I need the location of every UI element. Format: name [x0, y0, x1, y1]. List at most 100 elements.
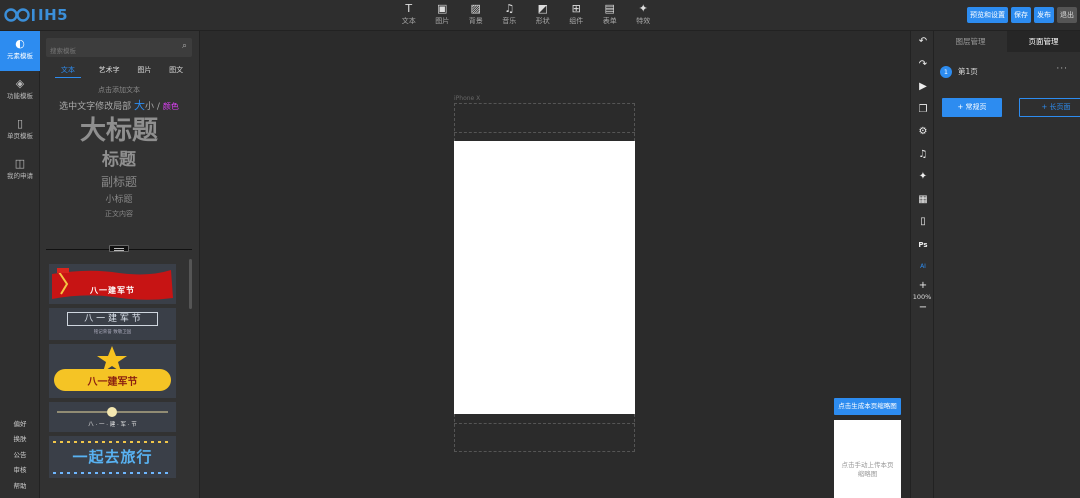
tool-effects[interactable]: ✦ 特效 — [627, 2, 661, 26]
thumbnail-upload-hint: 点击手动上传本页缩略图 — [841, 461, 894, 478]
settings-icon[interactable]: ⚙ — [911, 121, 935, 144]
ps-icon[interactable]: Ps — [911, 234, 935, 257]
zoom-in-button[interactable]: + — [911, 279, 935, 293]
text-presets: 点击添加文本 选中文字修改局部 大小 / 颜色 大标题 标题 副标题 小标题 正… — [46, 83, 192, 221]
mobile-icon[interactable]: ▯ — [911, 211, 935, 234]
shape-icon: ◩ — [537, 2, 548, 15]
rich-text-a: 选中文字修改局部 — [59, 102, 132, 112]
tab-image-text[interactable]: 图文 — [169, 65, 183, 78]
art-text-template-list: 八一建军节 八 一 建 军 节 铭记荣誉 致敬卫国 八一建军节 八 · 一 · … — [49, 264, 176, 482]
rail-link-help[interactable]: 帮助 — [0, 479, 40, 495]
undo-icon[interactable]: ↶ — [911, 31, 935, 54]
add-text-hint: 点击添加文本 — [98, 86, 140, 94]
rail-link-skin[interactable]: 换肤 — [0, 432, 40, 448]
rich-text-sep: / — [156, 102, 160, 112]
add-long-page-button[interactable]: + 长页面 — [1019, 98, 1080, 117]
generate-thumbnail-button[interactable]: 点击生成本页缩略图 — [834, 398, 901, 415]
template-text: 一起去旅行 — [72, 448, 153, 466]
star-art — [54, 346, 171, 391]
tool-image[interactable]: ▣ 图片 — [426, 2, 460, 26]
copy-icon[interactable]: ❐ — [911, 99, 935, 122]
preset-subheading[interactable]: 副标题 — [46, 172, 192, 192]
add-normal-page-button[interactable]: + 常规页 — [942, 98, 1002, 117]
rich-text-small: 小 — [145, 102, 155, 112]
template-subtext: 铭记荣誉 致敬卫国 — [93, 330, 132, 335]
text-icon: T — [405, 2, 413, 15]
preset-rich-text[interactable]: 选中文字修改局部 大小 / 颜色 — [46, 97, 192, 114]
add-page-buttons: + 常规页 + 长页面 — [942, 98, 1080, 117]
tool-shape[interactable]: ◩ 形状 — [526, 2, 560, 26]
rail-item-element-templates[interactable]: ◐ 元素模板 — [0, 31, 40, 71]
rail-item-my-applications[interactable]: ◫ 我的申请 — [0, 151, 40, 191]
exit-button[interactable]: 退出 — [1057, 7, 1077, 23]
logo[interactable]: IH5 — [4, 4, 68, 26]
rail-link-preferences[interactable]: 偏好 — [0, 417, 40, 433]
template-travel[interactable]: 一起去旅行 — [49, 436, 176, 478]
tab-art-text[interactable]: 艺术字 — [99, 65, 120, 78]
search-input[interactable] — [46, 41, 166, 61]
preview-settings-button[interactable]: 预览和设置 — [967, 7, 1008, 23]
template-red-banner[interactable]: 八一建军节 — [49, 264, 176, 304]
page-list-item[interactable]: 1 第1页 ··· — [934, 62, 1080, 84]
effects-icon: ✦ — [638, 2, 648, 15]
form-icon: ▤ — [604, 2, 615, 15]
zoom-level: 100% — [912, 292, 932, 301]
template-text: 八 一 建 军 节 — [84, 314, 141, 324]
tool-text[interactable]: T 文本 — [392, 2, 426, 26]
page-number-badge: 1 — [940, 66, 952, 78]
preset-heading[interactable]: 标题 — [46, 148, 192, 172]
rail-item-label: 元素模板 — [7, 52, 33, 60]
rail-link-announcements[interactable]: 公告 — [0, 448, 40, 464]
canvas-area: iPhone X 点击生成本页缩略图 点击手动上传本页缩略图 — [201, 31, 910, 498]
more-options-icon[interactable]: ··· — [1056, 64, 1068, 74]
preset-heading-large[interactable]: 大标题 — [46, 114, 192, 148]
palette-icon: ◐ — [15, 37, 25, 50]
tab-page-management[interactable]: 页面管理 — [1007, 31, 1080, 52]
rich-text-color: 颜色 — [162, 102, 179, 111]
thumbnail-upload-card[interactable]: 点击手动上传本页缩略图 — [834, 420, 901, 498]
panel-scrollbar[interactable] — [189, 259, 192, 309]
tool-label: 背景 — [468, 17, 483, 25]
search-icon[interactable]: ⌕ — [182, 41, 187, 51]
template-text: 八 · 一 · 建 · 军 · 节 — [88, 422, 137, 428]
preset-body-text[interactable]: 正文内容 — [46, 208, 192, 221]
left-rail: ◐ 元素模板 ◈ 功能模板 ▯ 单页模板 ◫ 我的申请 偏好 换肤 公告 审核 帮助 — [0, 31, 40, 498]
template-framed[interactable]: 八 一 建 军 节 铭记荣誉 致敬卫国 — [49, 308, 176, 340]
cube-icon: ◈ — [15, 77, 25, 90]
rail-bottom-links: 偏好 换肤 公告 审核 帮助 — [0, 417, 40, 495]
page-canvas[interactable] — [454, 141, 635, 414]
template-line-dot[interactable]: 八 · 一 · 建 · 军 · 节 — [49, 402, 176, 432]
save-button[interactable]: 保存 — [1011, 7, 1031, 23]
rail-item-label: 功能模板 — [7, 92, 33, 100]
tool-music[interactable]: ♫ 音乐 — [493, 2, 527, 26]
tool-label: 特效 — [636, 17, 651, 25]
template-yellow-star[interactable]: 八一建军节 — [49, 344, 176, 398]
ai-icon[interactable]: AI — [911, 256, 935, 279]
grid-icon[interactable]: ▦ — [911, 189, 935, 212]
logo-icon — [4, 8, 35, 22]
zoom-out-button[interactable]: − — [911, 301, 935, 315]
tab-text[interactable]: 文本 — [54, 65, 81, 78]
editor-app: IH5 T 文本 ▣ 图片 ▨ 背景 ♫ 音乐 ◩ 形状 ⊞ 组件 ▤ 表单 ✦ 特效 预览和设置 保存 发布… — [0, 0, 1080, 498]
image-icon: ▣ — [437, 2, 448, 15]
tab-layer-management[interactable]: 图层管理 — [934, 31, 1007, 52]
rail-link-review[interactable]: 审核 — [0, 463, 40, 479]
resize-handle[interactable] — [109, 245, 129, 252]
red-banner-art — [52, 268, 173, 300]
rail-item-function-templates[interactable]: ◈ 功能模板 — [0, 71, 40, 111]
template-text: 八一建军节 — [87, 377, 138, 388]
tool-component[interactable]: ⊞ 组件 — [560, 2, 594, 26]
safe-area-guide-top — [454, 132, 635, 133]
publish-button[interactable]: 发布 — [1034, 7, 1054, 23]
tool-label: 文本 — [401, 17, 416, 25]
tab-image[interactable]: 图片 — [137, 65, 151, 78]
redo-icon[interactable]: ↷ — [911, 54, 935, 77]
preset-small-heading[interactable]: 小标题 — [46, 192, 192, 208]
play-icon[interactable]: ▶ — [911, 76, 935, 99]
effects-icon[interactable]: ✦ — [911, 166, 935, 189]
safe-area-guide-bottom — [454, 423, 635, 424]
music-icon[interactable]: ♫ — [911, 144, 935, 167]
tool-background[interactable]: ▨ 背景 — [459, 2, 493, 26]
tool-form[interactable]: ▤ 表单 — [593, 2, 627, 26]
rail-item-page-templates[interactable]: ▯ 单页模板 — [0, 111, 40, 151]
